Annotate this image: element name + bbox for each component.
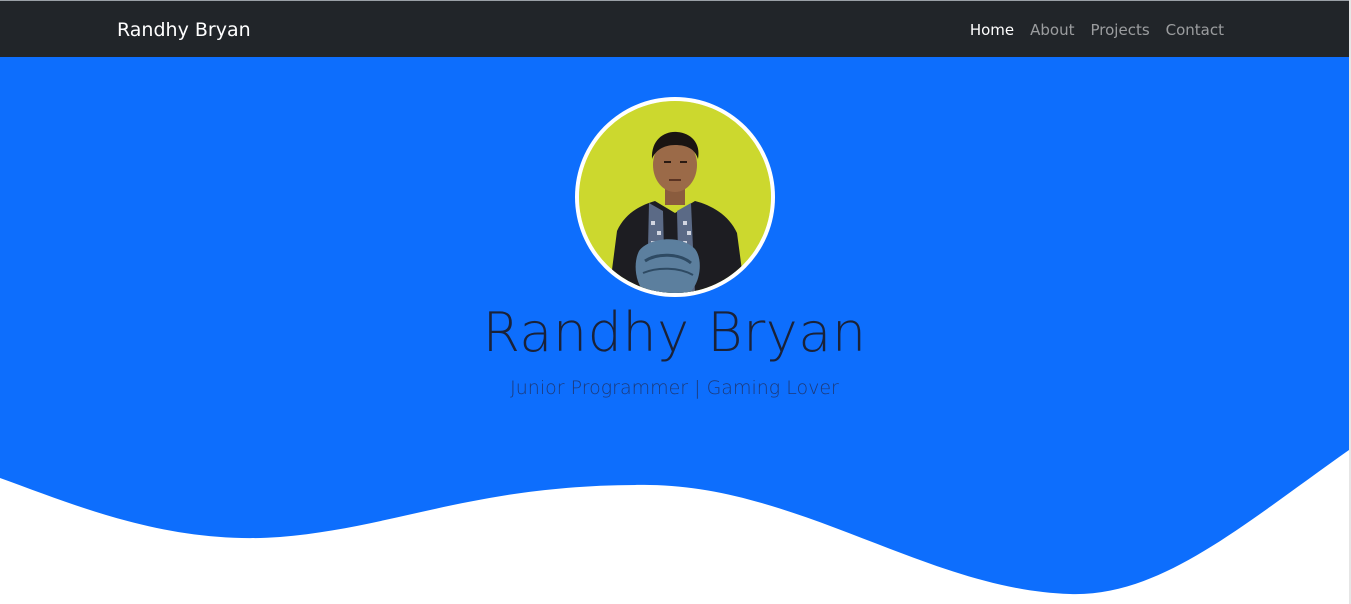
nav-item-home: Home: [970, 20, 1014, 40]
hero-subtitle: Junior Programmer | Gaming Lover: [510, 377, 839, 399]
hero-title: Randhy Bryan: [482, 301, 867, 364]
page: Randhy Bryan Home About Projects Contact: [0, 0, 1351, 604]
avatar: [575, 97, 775, 297]
nav-link-projects[interactable]: Projects: [1091, 21, 1150, 39]
nav-item-about: About: [1030, 20, 1074, 40]
nav-link-contact[interactable]: Contact: [1166, 21, 1224, 39]
profile-photo-icon: [579, 101, 771, 293]
nav-link-home[interactable]: Home: [970, 21, 1014, 39]
nav-item-contact: Contact: [1166, 20, 1224, 40]
navbar-brand[interactable]: Randhy Bryan: [117, 18, 251, 42]
nav-item-projects: Projects: [1091, 20, 1150, 40]
nav-menu: Home About Projects Contact: [970, 20, 1224, 40]
nav-link-about[interactable]: About: [1030, 21, 1074, 39]
navbar: Randhy Bryan Home About Projects Contact: [0, 0, 1349, 57]
